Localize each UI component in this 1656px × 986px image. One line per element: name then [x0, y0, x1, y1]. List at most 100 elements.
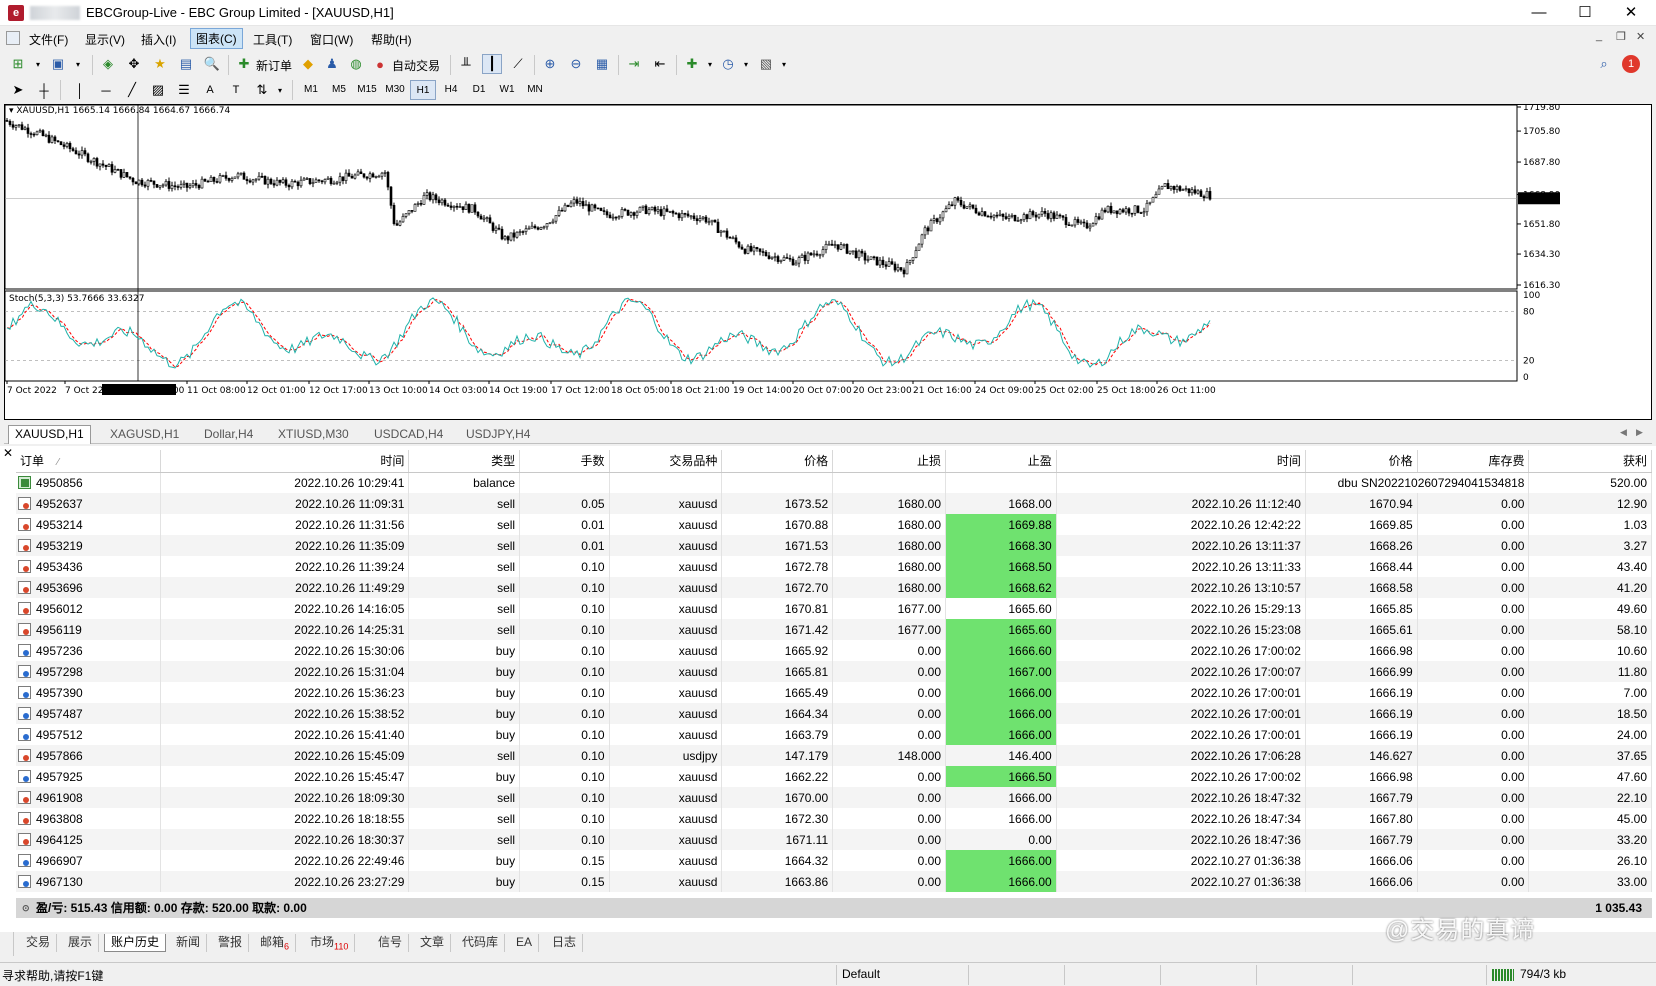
table-row[interactable]: 4956119 2022.10.26 14:25:31 sell 0.10 xauusd…	[16, 619, 1652, 640]
chart-window-icon[interactable]	[6, 31, 20, 45]
vertical-line-icon[interactable]: │	[70, 80, 90, 100]
chart-shift-icon[interactable]: ⇤	[650, 54, 670, 74]
terminal-icon[interactable]: ▤	[176, 54, 196, 74]
cursor-icon[interactable]: ➤	[8, 80, 28, 100]
tab-market[interactable]: 市场110	[304, 934, 356, 952]
table-row[interactable]: 4957298 2022.10.26 15:31:04 buy 0.10 xauusd 1…	[16, 661, 1652, 682]
auto-scroll-icon[interactable]: ⇥	[624, 54, 644, 74]
table-row[interactable]: 4957236 2022.10.26 15:30:06 buy 0.10 xauusd 1…	[16, 640, 1652, 661]
tab-scroll-right-icon[interactable]: ▶	[1636, 427, 1643, 438]
col-header-price[interactable]: 价格	[721, 450, 834, 473]
tile-windows-icon[interactable]: ▦	[592, 54, 612, 74]
tab-news[interactable]: 新闻	[170, 934, 208, 952]
periods-icon[interactable]: ◷	[718, 54, 738, 74]
menu-file[interactable]: 文件(F)	[24, 30, 73, 49]
table-row[interactable]: 4953696 2022.10.26 11:49:29 sell 0.10 xauusd…	[16, 577, 1652, 598]
menu-charts[interactable]: 图表(C)	[190, 28, 243, 49]
line-chart-icon[interactable]: ⟋	[508, 54, 528, 74]
auto-trading-icon[interactable]: ●	[370, 54, 390, 74]
chart-tab-dollar-h4[interactable]: Dollar,H4	[198, 426, 259, 444]
tab-signals[interactable]: 信号	[372, 934, 410, 952]
table-row[interactable]: 4953219 2022.10.26 11:35:09 sell 0.01 xauusd…	[16, 535, 1652, 556]
dropdown-arrow-icon[interactable]: ▾	[774, 54, 794, 74]
tab-code-base[interactable]: 代码库	[456, 934, 506, 952]
maximize-button[interactable]: ☐	[1562, 0, 1608, 26]
table-row[interactable]: 4957487 2022.10.26 15:38:52 buy 0.10 xauusd 1…	[16, 703, 1652, 724]
text-label-icon[interactable]: T	[226, 80, 246, 100]
market-watch-icon[interactable]: ◈	[98, 54, 118, 74]
timeframe-h4[interactable]: H4	[438, 80, 464, 100]
table-row[interactable]: 4966907 2022.10.26 22:49:46 buy 0.15 xauusd 1…	[16, 850, 1652, 871]
col-header-type[interactable]: 类型	[408, 450, 521, 473]
chart-tab-xtiusd-m30[interactable]: XTIUSD,M30	[272, 426, 355, 444]
trendline-icon[interactable]: ╱	[122, 80, 142, 100]
col-header-close-time[interactable]: 时间	[1056, 450, 1306, 473]
chart-tab-usdcad-h4[interactable]: USDCAD,H4	[368, 426, 449, 444]
dropdown-arrow-icon[interactable]: ▾	[68, 54, 88, 74]
col-header-sl[interactable]: 止损	[832, 450, 946, 473]
templates-icon[interactable]: ▧	[756, 54, 776, 74]
text-icon[interactable]: A	[200, 80, 220, 100]
timeframe-w1[interactable]: W1	[494, 80, 520, 100]
table-row[interactable]: 4953436 2022.10.26 11:39:24 sell 0.10 xauusd…	[16, 556, 1652, 577]
col-header-close-price[interactable]: 价格	[1305, 450, 1418, 473]
timeframe-mn[interactable]: MN	[522, 80, 548, 100]
new-order-button[interactable]: 新订单	[256, 57, 292, 74]
child-minimize-icon[interactable]: _	[1596, 30, 1602, 42]
chart-tab-xauusd-h1[interactable]: XAUUSD,H1	[8, 425, 91, 444]
indicators-icon[interactable]: ✚	[682, 54, 702, 74]
chart-tab-usdjpy-h4[interactable]: USDJPY,H4	[460, 426, 536, 444]
table-row[interactable]: 4953214 2022.10.26 11:31:56 sell 0.01 xauusd…	[16, 514, 1652, 535]
tab-account-history[interactable]: 账户历史	[104, 934, 167, 952]
chart-canvas[interactable]: 1719.801705.801687.801668.901651.801634.…	[5, 105, 1651, 419]
table-row[interactable]: 4956012 2022.10.26 14:16:05 sell 0.10 xauusd…	[16, 598, 1652, 619]
table-row[interactable]: 4964125 2022.10.26 18:30:37 sell 0.10 xauusd…	[16, 829, 1652, 850]
menu-view[interactable]: 显示(V)	[80, 30, 130, 49]
tab-mailbox[interactable]: 邮箱6	[254, 934, 297, 952]
menu-help[interactable]: 帮助(H)	[366, 30, 417, 49]
auto-trading-button[interactable]: 自动交易	[392, 57, 440, 74]
table-row[interactable]: 4952637 2022.10.26 11:09:31 sell 0.05 xauusd…	[16, 493, 1652, 514]
dropdown-arrow-icon[interactable]: ▾	[270, 80, 290, 100]
table-row[interactable]: 4957925 2022.10.26 15:45:47 buy 0.10 xauusd 1…	[16, 766, 1652, 787]
menu-tools[interactable]: 工具(T)	[248, 30, 297, 49]
minimize-button[interactable]: —	[1516, 0, 1562, 26]
bar-chart-icon[interactable]: ╨	[456, 54, 476, 74]
terminal-close-icon[interactable]: ✕	[3, 446, 13, 460]
menu-window[interactable]: 窗口(W)	[305, 30, 358, 49]
child-restore-icon[interactable]: ❐	[1616, 30, 1626, 43]
search-icon[interactable]: ⌕	[1594, 54, 1614, 74]
candlestick-icon[interactable]: ┃	[482, 54, 502, 74]
zoom-out-icon[interactable]: ⊖	[566, 54, 586, 74]
col-header-swap[interactable]: 库存费	[1417, 450, 1530, 473]
timeframe-h1[interactable]: H1	[410, 80, 436, 100]
table-row[interactable]: 4957390 2022.10.26 15:36:23 buy 0.10 xauusd 1…	[16, 682, 1652, 703]
tab-alerts[interactable]: 警报	[212, 934, 250, 952]
timeframe-m15[interactable]: M15	[354, 80, 380, 100]
chart-tab-xagusd-h1[interactable]: XAGUSD,H1	[104, 426, 185, 444]
timeframe-m5[interactable]: M5	[326, 80, 352, 100]
strategy-tester-icon[interactable]: 🔍	[202, 54, 222, 74]
table-row[interactable]: 4957512 2022.10.26 15:41:40 buy 0.10 xauusd 1…	[16, 724, 1652, 745]
dropdown-arrow-icon[interactable]: ▾	[28, 54, 48, 74]
table-row[interactable]: 4957866 2022.10.26 15:45:09 sell 0.10 usdjpy…	[16, 745, 1652, 766]
col-header-profit[interactable]: 获利	[1528, 450, 1652, 473]
price-chart[interactable]: 1719.801705.801687.801668.901651.801634.…	[4, 104, 1652, 420]
new-order-icon[interactable]: ✚	[234, 54, 254, 74]
col-header-symbol[interactable]: 交易品种	[609, 450, 723, 473]
col-header-tp[interactable]: 止盈	[945, 450, 1057, 473]
zoom-in-icon[interactable]: ⊕	[540, 54, 560, 74]
col-header-open-time[interactable]: 时间	[160, 450, 410, 473]
vps-icon[interactable]: ◍	[346, 54, 366, 74]
channel-icon[interactable]: ▨	[148, 80, 168, 100]
col-header-order[interactable]: 订单 ⁄	[16, 450, 162, 473]
signals-icon[interactable]: ♟	[322, 54, 342, 74]
new-chart-icon[interactable]: ⊞	[8, 54, 28, 74]
tab-scroll-left-icon[interactable]: ◀	[1620, 427, 1627, 438]
tab-experts[interactable]: EA	[510, 934, 540, 952]
notification-badge[interactable]: 1	[1622, 55, 1640, 73]
table-row[interactable]: 4961908 2022.10.26 18:09:30 sell 0.10 xauusd…	[16, 787, 1652, 808]
table-row[interactable]: 4963808 2022.10.26 18:18:55 sell 0.10 xauusd…	[16, 808, 1652, 829]
dropdown-arrow-icon[interactable]: ▾	[700, 54, 720, 74]
table-row[interactable]: 4967130 2022.10.26 23:27:29 buy 0.15 xauusd 1…	[16, 871, 1652, 892]
